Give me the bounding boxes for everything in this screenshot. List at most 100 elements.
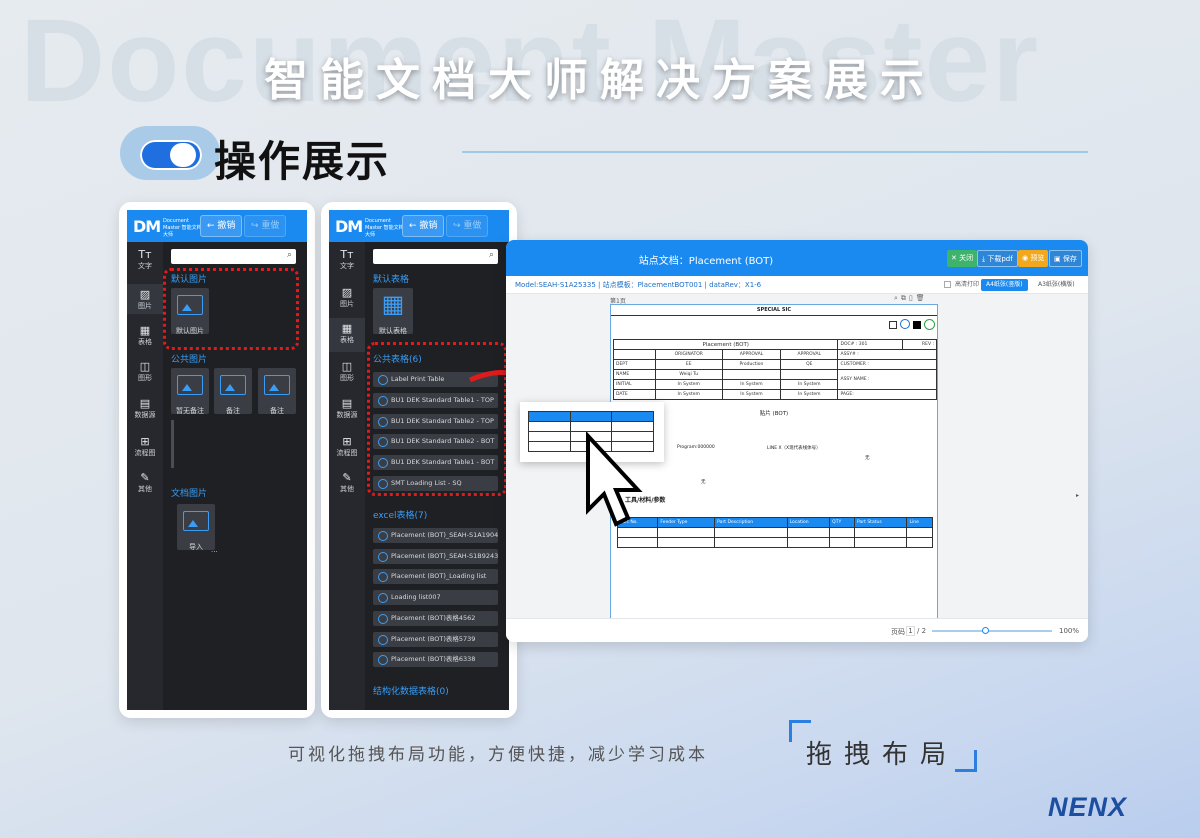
sidebar-item-shape[interactable]: ◫ 图形 <box>127 360 163 390</box>
paper-a4-tab[interactable]: A4纸张(竖版) <box>981 279 1028 291</box>
sidebar-item-other[interactable]: ✎ 其他 <box>329 471 365 501</box>
sidebar-item-other[interactable]: ✎ 其他 <box>127 471 163 501</box>
col-approval: APPROVAL <box>780 349 839 360</box>
excel-table-item[interactable]: Loading list007 <box>373 590 498 606</box>
flowchart-icon: ⊞ <box>342 435 352 448</box>
sidebar-item-text[interactable]: Tт 文字 <box>329 248 365 278</box>
table-icon: ▦ <box>341 322 353 335</box>
column-header: Line <box>906 517 933 528</box>
scroll-handle[interactable]: ▸ <box>1076 492 1082 500</box>
datasource-icon: ▤ <box>139 397 151 410</box>
doc-title: Placement (BOT) <box>612 339 839 350</box>
image-icon: ▨ <box>341 286 353 299</box>
sidebar-item-label: 文字 <box>138 262 152 270</box>
assy-name-label: ASSY NAME : <box>837 369 937 390</box>
trash-icon[interactable]: 🗑 <box>916 294 928 302</box>
sidebar-item-datasource[interactable]: ▤ 数据源 <box>127 397 163 427</box>
assy-label: ASSY# : <box>837 349 937 360</box>
image-icon <box>183 511 209 531</box>
search-input[interactable]: ⌕ <box>171 249 296 264</box>
table-thumb-default[interactable]: ▦ 默认表格 <box>373 288 413 335</box>
zoom-slider-knob[interactable] <box>982 627 989 634</box>
checkbox-icon <box>889 321 897 329</box>
sidebar-item-label: 其他 <box>340 485 354 493</box>
cell: In System <box>654 379 723 390</box>
cell: In System <box>654 389 723 400</box>
flowchart-icon: ⊞ <box>140 435 150 448</box>
image-thumb-public[interactable]: 备注 <box>258 368 296 415</box>
search-icon: ⌕ <box>488 250 494 260</box>
text-icon: Tт <box>340 248 354 261</box>
column-header: Location <box>786 517 831 528</box>
editor-footer: 页码 1 / 2 100% <box>506 618 1088 642</box>
panel2: DM Document Master 智能文档大师 ← 撤销 ↪ 重做 Tт 文字… <box>329 210 509 710</box>
sidebar-item-label: 其他 <box>138 485 152 493</box>
copy-icon[interactable]: ⧉ <box>901 294 909 302</box>
column-header: Part Description <box>714 517 788 528</box>
page-field-label: PAGE: <box>837 389 937 400</box>
scrollbar[interactable] <box>171 420 174 468</box>
sidebar-item-table[interactable]: ▦ 表格 <box>127 324 163 354</box>
zoom-slider[interactable] <box>932 630 1052 632</box>
thumb-label: 备注 <box>226 407 240 415</box>
excel-table-item[interactable]: Placement (BOT)_SEAH-S1B9243... <box>373 548 498 564</box>
group-default-tables: 默认表格 <box>373 275 410 285</box>
cell: Weiqi Tu <box>654 369 723 380</box>
excel-table-item[interactable]: Placement (BOT)表格4562 <box>373 610 498 626</box>
close-button[interactable]: ✕ 关闭 <box>947 250 978 267</box>
excel-table-item[interactable]: Placement (BOT)_Loading list <box>373 569 498 585</box>
page-title: 智能文档大师解决方案展示 <box>264 55 936 106</box>
zoom-icon[interactable]: ⌕ <box>894 294 901 302</box>
sidebar-item-label: 图片 <box>138 302 152 310</box>
undo-button[interactable]: ← 撤销 <box>402 215 445 237</box>
sidebar-item-shape[interactable]: ◫ 图形 <box>329 360 365 390</box>
excel-table-item[interactable]: Placement (BOT)表格6338 <box>373 652 498 668</box>
preview-button[interactable]: ◉ 预览 <box>1018 250 1049 267</box>
image-thumb-public[interactable]: 暂无备注 <box>171 368 209 415</box>
sidebar-item-text[interactable]: Tт 文字 <box>127 248 163 278</box>
col-approval: APPROVAL <box>721 349 782 360</box>
sidebar-item-image[interactable]: ▨ 图片 <box>127 284 163 314</box>
customer-label: CUSTOMER : <box>837 359 937 370</box>
panel1-header: DM Document Master 智能文档大师 ← 撤销 ↪ 重做 <box>127 210 307 242</box>
feature-label: 拖拽布局 <box>806 740 959 770</box>
hd-print-label: 高清打印 <box>955 281 980 288</box>
sidebar-item-flowchart[interactable]: ⊞ 流程图 <box>329 435 365 465</box>
redo-button[interactable]: ↪ 重做 <box>446 215 489 237</box>
sidebar-item-image[interactable]: ▨ 图片 <box>329 286 365 316</box>
thumb-label: 导入 <box>189 543 203 551</box>
group-structured-tables: 结构化数据表格(0) <box>373 687 449 697</box>
document-page[interactable]: SPECIAL SIC Placement (BOT) DOC# : 301 REV… <box>610 304 938 622</box>
excel-table-item[interactable]: Placement (BOT)_SEAH-S1A1904... <box>373 528 498 543</box>
sidebar-item-label: 流程图 <box>336 449 358 457</box>
group-doc-images: 文档图片 <box>171 489 208 499</box>
black-square-icon <box>913 321 921 329</box>
image-icon: ▨ <box>139 288 151 301</box>
page-number-input[interactable]: 1 <box>906 626 915 636</box>
column-header: QTY <box>829 517 856 528</box>
save-button[interactable]: ▣ 保存 <box>1049 250 1082 267</box>
toggle-knob <box>170 143 196 167</box>
doc-line: LINE X（X现代表线体号） <box>767 446 821 451</box>
image-thumb-public[interactable]: 备注 <box>214 368 252 415</box>
paper-a3-tab[interactable]: A3纸张(横版) <box>1033 279 1080 291</box>
cell: In System <box>780 379 839 390</box>
hd-print-checkbox[interactable] <box>944 281 951 288</box>
excel-table-item[interactable]: Placement (BOT)表格5739 <box>373 631 498 647</box>
sidebar-item-label: 数据源 <box>134 411 156 419</box>
search-input[interactable]: ⌕ <box>373 249 498 264</box>
download-pdf-button[interactable]: ⤓ 下载pdf <box>977 250 1018 267</box>
sidebar-item-flowchart[interactable]: ⊞ 流程图 <box>127 435 163 465</box>
sidebar-item-table[interactable]: ▦ 表格 <box>329 318 365 352</box>
redo-button[interactable]: ↪ 重做 <box>244 215 287 237</box>
doc-program: Program:000000 <box>677 445 715 450</box>
undo-button[interactable]: ← 撤销 <box>200 215 243 237</box>
file-icon[interactable]: ▯ <box>909 294 916 302</box>
cell: EE <box>654 359 723 370</box>
cell: Production <box>721 359 782 370</box>
app-logo-subtitle: Document Master 智能文档大师 <box>163 218 202 238</box>
sidebar-item-label: 图片 <box>340 300 354 308</box>
image-thumb-import[interactable]: 导入 <box>177 504 215 551</box>
sidebar-item-datasource[interactable]: ▤ 数据源 <box>329 397 365 427</box>
shape-icon: ◫ <box>139 360 151 373</box>
